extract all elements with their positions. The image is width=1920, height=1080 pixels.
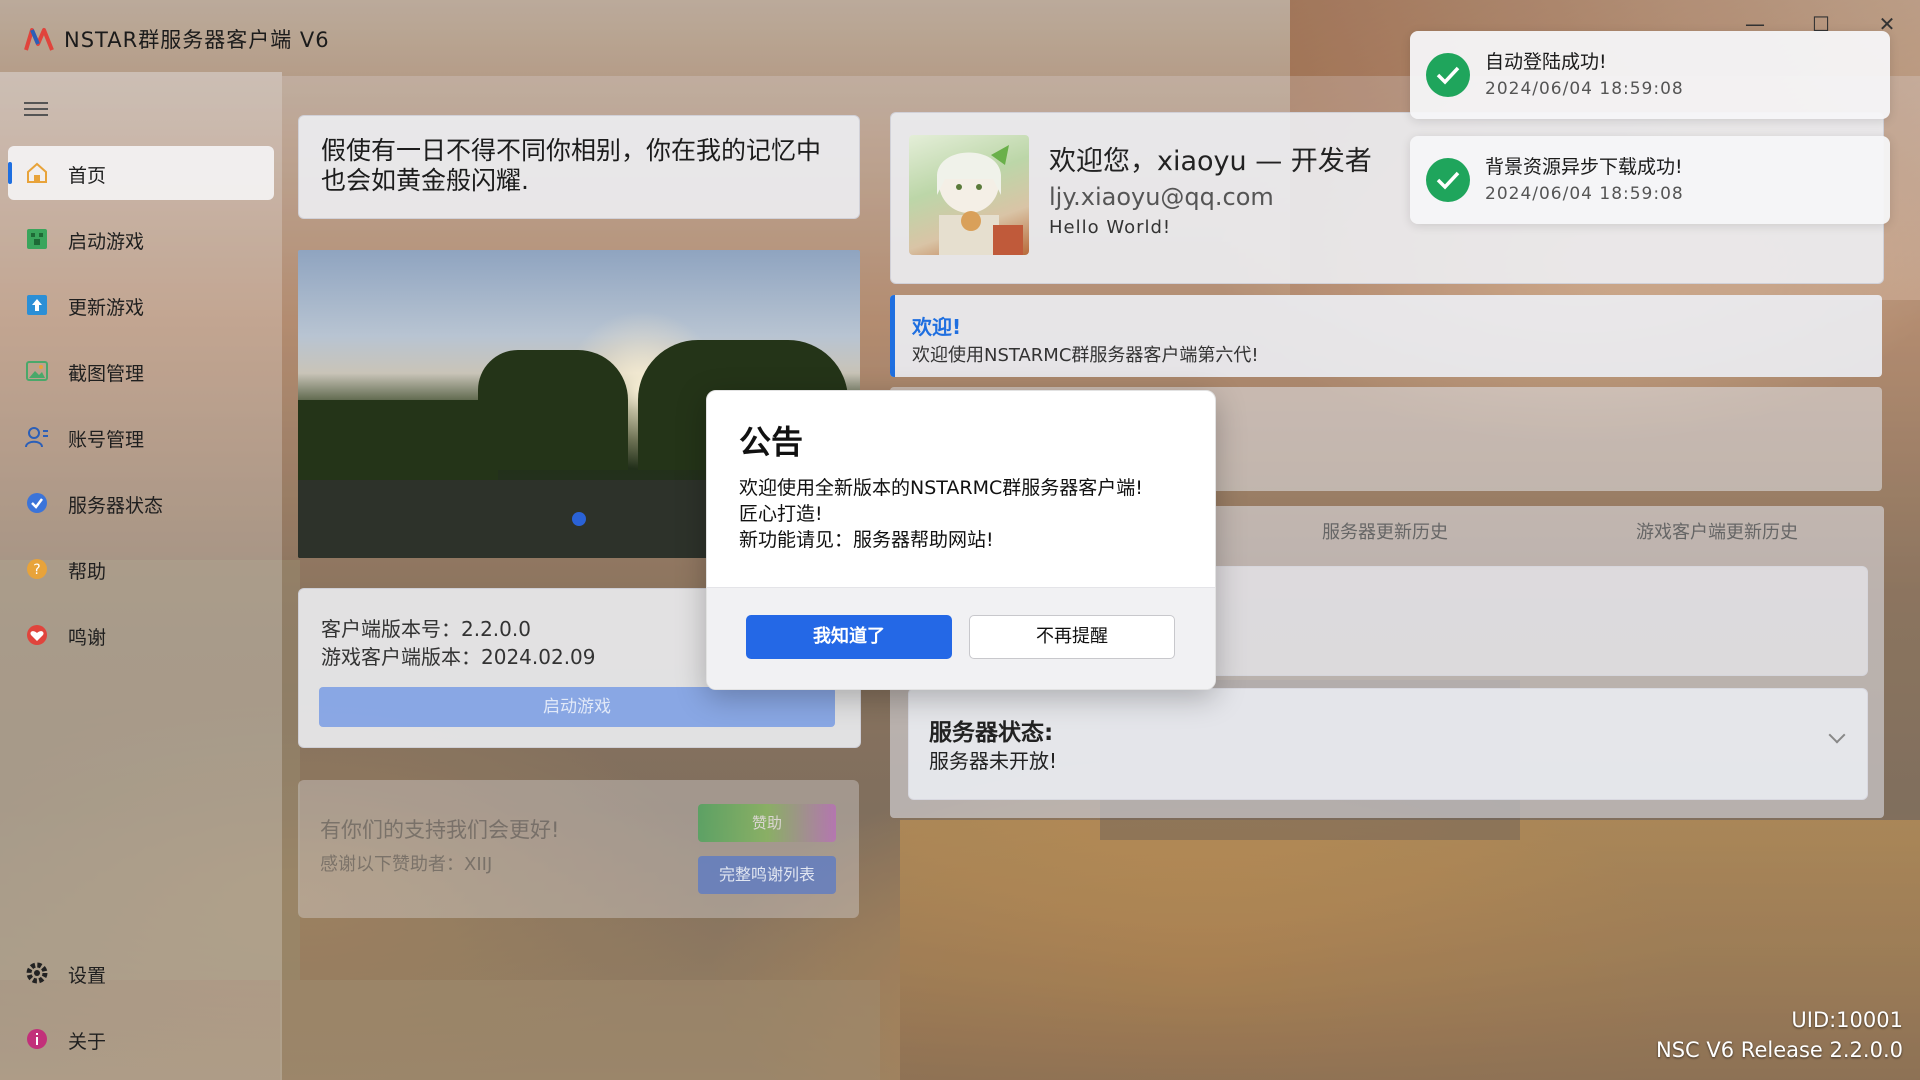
toast-title: 自动登陆成功!	[1485, 51, 1607, 73]
avatar-image	[937, 145, 1023, 255]
success-icon	[1426, 53, 1470, 97]
app-logo-icon	[24, 28, 54, 51]
help-icon: ?	[27, 559, 47, 579]
user-motto: Hello World!	[1049, 217, 1172, 238]
support-card: 有你们的支持我们会更好! 感谢以下赞助者：XIIJ 赞助 完整鸣谢列表	[298, 780, 859, 918]
chevron-down-icon[interactable]	[1828, 726, 1846, 744]
gear-icon	[26, 962, 48, 984]
toast-title: 背景资源异步下载成功!	[1485, 156, 1683, 178]
dialog-line: 欢迎使用全新版本的NSTARMC群服务器客户端!	[739, 477, 1143, 499]
sidebar-item-label: 账号管理	[68, 429, 145, 451]
game-version: 游戏客户端版本：2024.02.09	[321, 645, 596, 669]
sidebar-item-launch-game[interactable]: 启动游戏	[8, 212, 274, 266]
sidebar-item-server-status[interactable]: 服务器状态	[8, 476, 274, 530]
settings-label: 设置	[68, 965, 107, 987]
avatar	[909, 135, 1029, 255]
dont-remind-button[interactable]: 不再提醒	[969, 615, 1175, 659]
home-icon	[27, 162, 47, 183]
sidebar-item-label: 启动游戏	[68, 231, 145, 253]
sidebar-item-settings[interactable]: 设置	[8, 946, 274, 1000]
thanks-list-button[interactable]: 完整鸣谢列表	[698, 856, 836, 894]
quote-text: 假使有一日不得不同你相别，你在我的记忆中也会如黄金般闪耀.	[321, 136, 822, 195]
welcome-subtitle: 欢迎使用NSTARMC群服务器客户端第六代!	[912, 345, 1259, 366]
menu-toggle-icon[interactable]	[24, 98, 48, 118]
carousel-tree	[478, 350, 628, 470]
sponsor-button[interactable]: 赞助	[698, 804, 836, 842]
toast-notification: 背景资源异步下载成功! 2024/06/04 18:59:08	[1410, 136, 1890, 224]
update-icon	[27, 295, 47, 315]
app-title: NSTAR群服务器客户端 V6	[64, 28, 330, 52]
uid-label: UID:10001	[1791, 1008, 1903, 1032]
launch-game-button[interactable]: 启动游戏	[319, 687, 835, 727]
sidebar-item-thanks[interactable]: 鸣谢	[8, 608, 274, 662]
sponsors-text: 感谢以下赞助者：XIIJ	[320, 854, 493, 875]
success-icon	[1426, 158, 1470, 202]
acknowledge-button[interactable]: 我知道了	[746, 615, 952, 659]
support-text: 有你们的支持我们会更好!	[320, 818, 560, 842]
account-icon	[25, 427, 48, 448]
toast-time: 2024/06/04 18:59:08	[1485, 79, 1684, 99]
server-status-value: 服务器未开放!	[929, 749, 1058, 773]
welcome-title: 欢迎!	[912, 315, 962, 339]
client-version: 客户端版本号：2.2.0.0	[321, 617, 531, 641]
tab-server-history[interactable]: 服务器更新历史	[1322, 518, 1448, 544]
about-label: 关于	[68, 1031, 107, 1053]
server-status-icon	[27, 493, 47, 513]
sidebar-item-label: 鸣谢	[68, 627, 107, 649]
svg-text:?: ?	[33, 562, 40, 578]
carousel-indicator[interactable]	[572, 512, 586, 526]
announcement-dialog: 公告 欢迎使用全新版本的NSTARMC群服务器客户端! 匠心打造! 新功能请见：…	[706, 390, 1216, 690]
dialog-line: 新功能请见：服务器帮助网站!	[739, 529, 994, 551]
image-icon	[26, 361, 48, 381]
sidebar-item-label: 截图管理	[68, 363, 145, 385]
sidebar-item-help[interactable]: ? 帮助	[8, 542, 274, 596]
toast-notification: 自动登陆成功! 2024/06/04 18:59:08	[1410, 31, 1890, 119]
sidebar-item-about[interactable]: 关于	[8, 1012, 274, 1066]
release-label: NSC V6 Release 2.2.0.0	[1656, 1038, 1903, 1062]
server-status-card[interactable]: 服务器状态: 服务器未开放!	[908, 688, 1868, 800]
toast-time: 2024/06/04 18:59:08	[1485, 184, 1684, 204]
tab-client-history[interactable]: 游戏客户端更新历史	[1636, 518, 1798, 544]
user-email: ljy.xiaoyu@qq.com	[1049, 183, 1274, 211]
sidebar-item-accounts[interactable]: 账号管理	[8, 410, 274, 464]
dialog-line: 匠心打造!	[739, 503, 823, 525]
sidebar-item-home[interactable]: 首页	[8, 146, 274, 200]
sidebar-item-label: 更新游戏	[68, 297, 145, 319]
sidebar-item-label: 服务器状态	[68, 495, 164, 517]
dialog-title: 公告	[739, 423, 804, 461]
info-icon	[27, 1029, 47, 1049]
quote-card: 假使有一日不得不同你相别，你在我的记忆中也会如黄金般闪耀.	[298, 115, 860, 219]
sidebar-item-label: 帮助	[68, 561, 107, 583]
sidebar-item-screenshots[interactable]: 截图管理	[8, 344, 274, 398]
game-icon	[27, 229, 47, 249]
welcome-banner: 欢迎! 欢迎使用NSTARMC群服务器客户端第六代!	[890, 295, 1882, 377]
sidebar-item-label: 首页	[68, 165, 107, 187]
sidebar-item-update-game[interactable]: 更新游戏	[8, 278, 274, 332]
server-status-title: 服务器状态:	[929, 720, 1054, 746]
carousel-tree	[298, 400, 498, 490]
thanks-icon	[27, 625, 47, 645]
user-welcome: 欢迎您，xiaoyu — 开发者	[1049, 146, 1372, 177]
